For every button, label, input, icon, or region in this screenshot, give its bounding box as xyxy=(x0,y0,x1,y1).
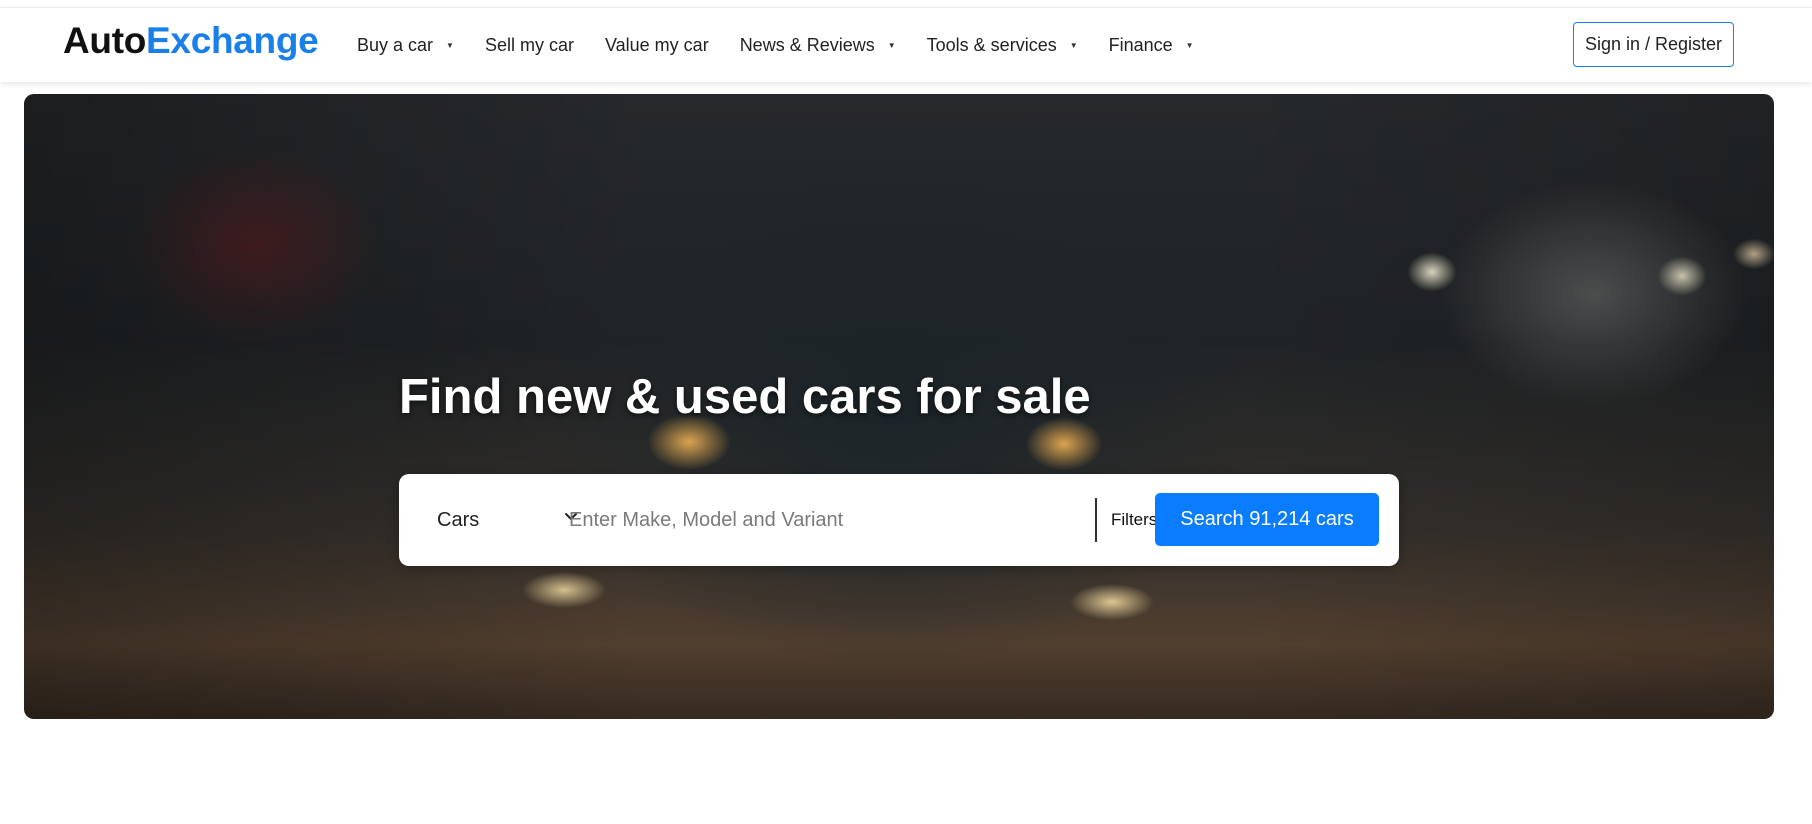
nav-item-buy-a-car[interactable]: Buy a car ▼ xyxy=(357,35,454,56)
nav-item-finance[interactable]: Finance ▼ xyxy=(1109,35,1194,56)
nav-item-label: Value my car xyxy=(604,35,709,55)
hero-banner: Find new & used cars for sale Cars Filte… xyxy=(24,94,1774,719)
search-bar: Cars Filters Search 91,214 cars xyxy=(399,474,1399,566)
caret-down-icon: ▼ xyxy=(1185,41,1194,50)
category-select-value: Cars xyxy=(437,508,480,531)
search-input[interactable] xyxy=(569,498,1059,542)
nav-item-label: News & Reviews xyxy=(739,35,875,55)
search-divider xyxy=(1095,498,1097,542)
nav-item-label: Sell my car xyxy=(484,35,574,55)
logo-part-exchange: Exchange xyxy=(146,20,319,61)
main-nav: Buy a car ▼ Sell my car Value my car New… xyxy=(357,8,1225,83)
category-select[interactable]: Cars xyxy=(437,474,577,566)
nav-item-news-reviews[interactable]: News & Reviews ▼ xyxy=(740,35,896,56)
hero-title: Find new & used cars for sale xyxy=(399,370,1091,424)
nav-item-label: Buy a car xyxy=(357,35,434,55)
nav-item-label: Finance xyxy=(1108,35,1173,55)
search-cars-button[interactable]: Search 91,214 cars xyxy=(1155,493,1379,546)
site-header: AutoExchange Buy a car ▼ Sell my car Val… xyxy=(0,7,1812,82)
caret-down-icon: ▼ xyxy=(887,41,896,50)
nav-item-tools-services[interactable]: Tools & services ▼ xyxy=(927,35,1078,56)
nav-item-value-my-car[interactable]: Value my car xyxy=(605,35,709,56)
filters-button[interactable]: Filters xyxy=(1111,474,1157,566)
sign-in-register-button[interactable]: Sign in / Register xyxy=(1573,22,1734,67)
caret-down-icon: ▼ xyxy=(1069,41,1078,50)
caret-down-icon: ▼ xyxy=(446,41,454,50)
nav-item-sell-my-car[interactable]: Sell my car xyxy=(485,35,574,56)
nav-item-label: Tools & services xyxy=(926,35,1057,55)
site-logo[interactable]: AutoExchange xyxy=(63,20,319,62)
logo-part-auto: Auto xyxy=(63,20,147,61)
